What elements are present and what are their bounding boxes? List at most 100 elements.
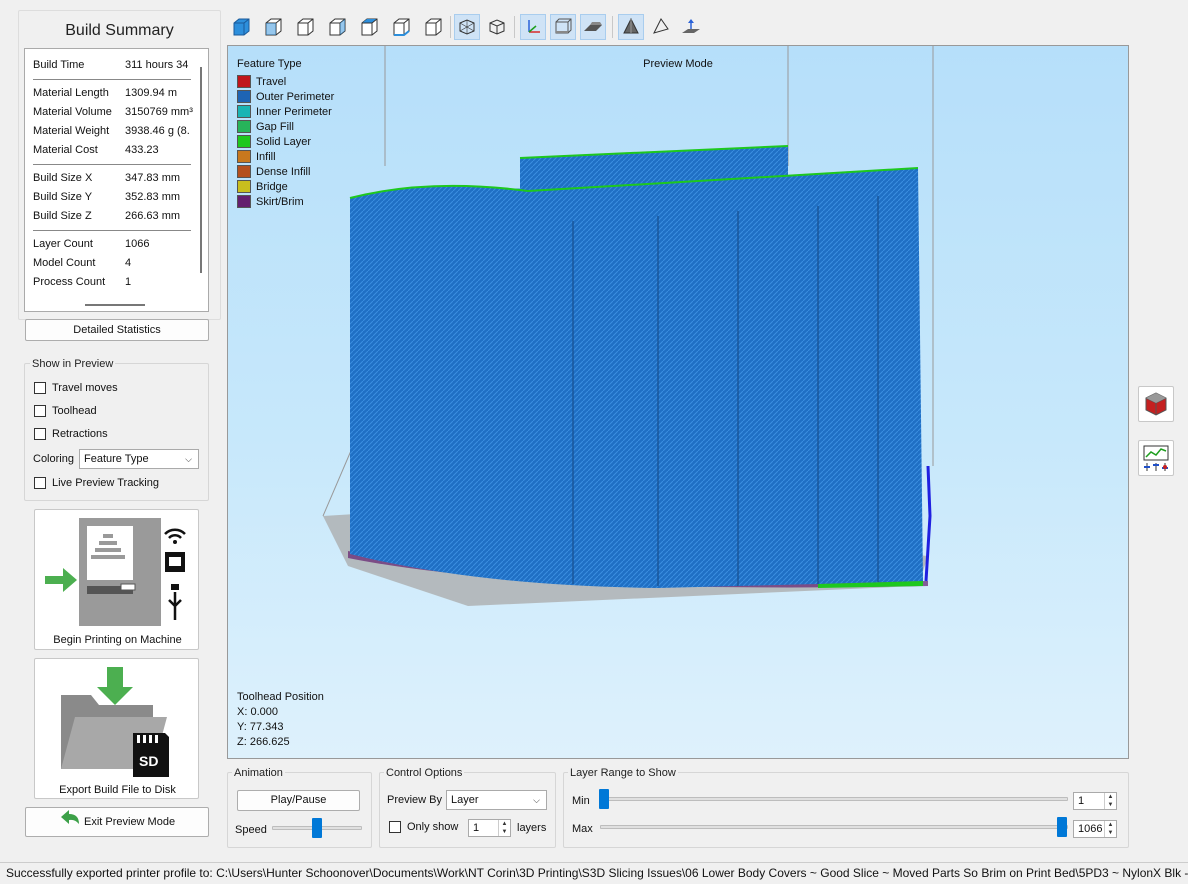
export-build-file-label: Export Build File to Disk: [59, 784, 176, 796]
view-right-cube-icon[interactable]: [356, 14, 382, 40]
legend-item: Outer Perimeter: [237, 89, 334, 104]
detailed-statistics-button[interactable]: Detailed Statistics: [25, 319, 209, 341]
min-layer-spinbox[interactable]: 1 ▲ ▼: [1073, 792, 1117, 810]
summary-value: 311 hours 34: [125, 59, 189, 71]
view-left-cube-icon[interactable]: [324, 14, 350, 40]
summary-separator: [33, 230, 191, 231]
summary-key: Build Size X: [33, 172, 93, 184]
legend-item: Solid Layer: [237, 134, 311, 149]
summary-key: Build Size Z: [33, 210, 92, 222]
retractions-checkbox[interactable]: Retractions: [34, 428, 108, 440]
coloring-select[interactable]: Feature Type ⌵: [79, 449, 199, 469]
summary-row: Layer Count 1066: [33, 238, 203, 256]
chevron-down-icon: ⌵: [533, 795, 540, 805]
begin-printing-button[interactable]: Begin Printing on Machine: [34, 509, 199, 650]
exit-preview-mode-button[interactable]: Exit Preview Mode: [25, 807, 209, 837]
animation-label: Animation: [232, 767, 285, 779]
live-preview-tracking-checkbox[interactable]: Live Preview Tracking: [34, 477, 159, 489]
orthographic-view-icon[interactable]: [484, 14, 510, 40]
toolhead-checkbox[interactable]: Toolhead: [34, 405, 97, 417]
summary-value: 266.63 mm: [125, 210, 181, 222]
toolhead-position: Toolhead Position X: 0.000 Y: 77.343 Z: …: [237, 690, 324, 750]
layer-range-group: [563, 772, 1129, 848]
summary-value: 3938.46 g (8.: [125, 125, 190, 137]
summary-row: Material Volume 3150769 mm³: [33, 106, 203, 124]
legend-swatch: [237, 150, 251, 163]
summary-row: Model Count 4: [33, 257, 203, 275]
summary-row: Build Size Y 352.83 mm: [33, 191, 203, 209]
summary-key: Material Volume: [33, 106, 112, 118]
view-front-cube-icon[interactable]: [260, 14, 286, 40]
build-summary-title: Build Summary: [65, 22, 174, 39]
legend-swatch: [237, 105, 251, 118]
summary-key: Layer Count: [33, 238, 93, 250]
summary-key: Material Cost: [33, 144, 98, 156]
view-cube-button[interactable]: [1138, 386, 1174, 422]
summary-key: Build Time: [33, 59, 85, 71]
3d-preview-viewport[interactable]: Preview Mode Feature Type Travel Outer Pe…: [227, 45, 1129, 759]
begin-printing-label: Begin Printing on Machine: [53, 634, 182, 646]
section-view-icon[interactable]: [678, 14, 704, 40]
speed-slider-thumb[interactable]: [312, 818, 322, 838]
view-toolbar: [228, 12, 708, 42]
build-summary-panel[interactable]: Build Time 311 hours 34 Material Length 130…: [24, 48, 209, 312]
summary-vertical-scrollbar[interactable]: [200, 67, 202, 273]
layer-range-label: Layer Range to Show: [568, 767, 678, 779]
preview-by-label: Preview By: [387, 794, 443, 806]
min-label: Min: [572, 795, 590, 807]
graph-sliders-icon: [1143, 445, 1169, 471]
only-show-layers-spinbox[interactable]: 1 ▲ ▼: [468, 819, 511, 837]
chevron-down-icon: ⌵: [185, 454, 192, 464]
spin-arrows-icon[interactable]: ▲ ▼: [498, 820, 510, 836]
max-layer-spinbox[interactable]: 1066 ▲ ▼: [1073, 820, 1117, 838]
legend-label: Inner Perimeter: [256, 105, 332, 118]
summary-row: Build Size X 347.83 mm: [33, 172, 203, 190]
min-layer-slider-thumb[interactable]: [599, 789, 609, 809]
min-layer-slider-track[interactable]: [600, 797, 1068, 801]
sd-card-label: SD: [139, 753, 159, 769]
summary-key: Process Count: [33, 276, 106, 288]
legend-swatch: [237, 75, 251, 88]
only-show-checkbox[interactable]: Only show: [389, 821, 458, 833]
printer-machine-icon: [45, 518, 186, 626]
legend-item: Infill: [237, 149, 276, 164]
legend-label: Skirt/Brim: [256, 195, 304, 208]
status-bar: Successfully exported printer profile to…: [0, 862, 1188, 884]
shaded-mode-icon[interactable]: [618, 14, 644, 40]
play-pause-button[interactable]: Play/Pause: [237, 790, 360, 811]
legend-swatch: [237, 195, 251, 208]
build-volume-icon[interactable]: [550, 14, 576, 40]
build-plate-icon[interactable]: [580, 14, 606, 40]
max-layer-slider-thumb[interactable]: [1057, 817, 1067, 837]
legend-swatch: [237, 165, 251, 178]
toolpath-graph-button[interactable]: [1138, 440, 1174, 476]
summary-value: 352.83 mm: [125, 191, 181, 203]
toolhead-y: Y: 77.343: [237, 721, 284, 733]
view-top-cube-icon[interactable]: [388, 14, 414, 40]
axes-icon[interactable]: [520, 14, 546, 40]
view-back-cube-icon[interactable]: [292, 14, 318, 40]
spin-arrows-icon[interactable]: ▲ ▼: [1104, 821, 1116, 837]
max-layer-slider-track[interactable]: [600, 825, 1068, 829]
summary-row: Build Size Z 266.63 mm: [33, 210, 203, 228]
spin-arrows-icon[interactable]: ▲ ▼: [1104, 793, 1116, 809]
summary-key: Material Weight: [33, 125, 110, 137]
preview-by-select[interactable]: Layer ⌵: [446, 790, 547, 810]
perspective-view-icon[interactable]: [454, 14, 480, 40]
speed-label: Speed: [235, 824, 267, 836]
summary-value: 1066: [125, 238, 150, 250]
view-iso-cube-icon[interactable]: [228, 14, 254, 40]
summary-horizontal-scrollbar[interactable]: [85, 304, 145, 306]
legend-item: Dense Infill: [237, 164, 310, 179]
legend-item: Travel: [237, 74, 286, 89]
export-build-file-button[interactable]: SD Export Build File to Disk: [34, 658, 199, 799]
legend-label: Solid Layer: [256, 135, 312, 148]
summary-key: Build Size Y: [33, 191, 93, 203]
wireframe-mode-icon[interactable]: [648, 14, 674, 40]
legend-title: Feature Type: [237, 58, 302, 70]
show-in-preview-label: Show in Preview: [30, 358, 116, 370]
legend-label: Travel: [256, 75, 287, 88]
view-bottom-cube-icon[interactable]: [420, 14, 446, 40]
summary-value: 347.83 mm: [125, 172, 181, 184]
travel-moves-checkbox[interactable]: Travel moves: [34, 382, 118, 394]
